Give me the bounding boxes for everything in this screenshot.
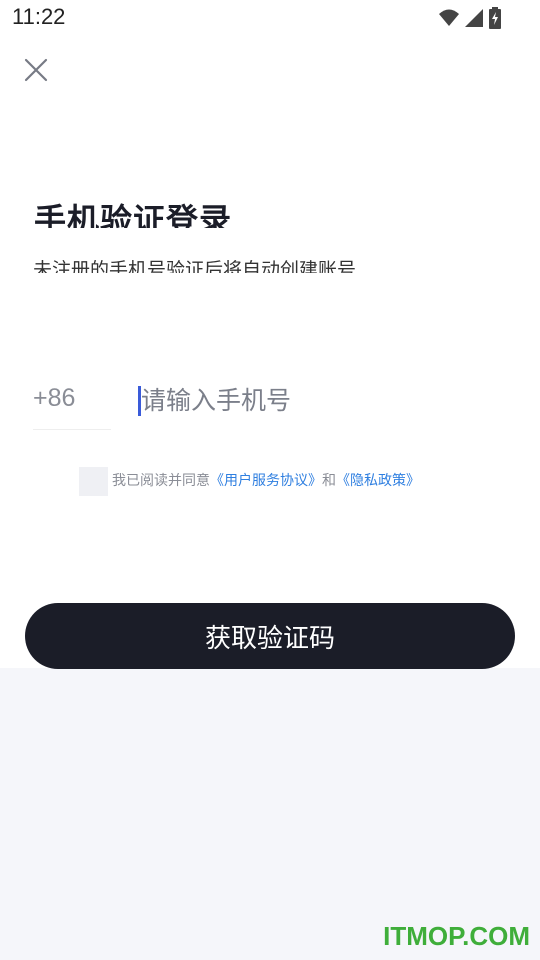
page-title: 手机验证登录 <box>34 201 233 228</box>
terms-link[interactable]: 《用户服务协议》 <box>210 473 322 489</box>
phone-input[interactable] <box>141 380 501 420</box>
agreement-prefix: 我已阅读并同意 <box>112 473 210 489</box>
agreement-text: 我已阅读并同意《用户服务协议》和《隐私政策》 <box>112 471 420 491</box>
wifi-icon <box>438 8 460 32</box>
status-bar: 11:22 <box>0 0 540 36</box>
login-screen: 11:22 手机验证登录 未注册的手机号验证后将自动创建账号 +86 请输入手机… <box>0 0 540 669</box>
agreement-conjunction: 和 <box>322 473 336 489</box>
status-time: 11:22 <box>12 4 66 29</box>
watermark-logo: ITMOP.COM <box>383 921 530 951</box>
country-code-underline <box>33 429 111 430</box>
privacy-link[interactable]: 《隐私政策》 <box>336 473 420 489</box>
signal-icon <box>464 8 484 32</box>
page-subtitle: 未注册的手机号验证后将自动创建账号 <box>33 259 357 273</box>
agreement-checkbox[interactable] <box>79 467 108 496</box>
status-icons <box>438 7 502 33</box>
close-button[interactable] <box>20 54 52 86</box>
close-icon <box>20 58 52 90</box>
battery-charging-icon <box>488 7 502 33</box>
get-code-button[interactable]: 获取验证码 <box>25 603 515 669</box>
country-code-selector[interactable]: +86 <box>33 384 75 413</box>
